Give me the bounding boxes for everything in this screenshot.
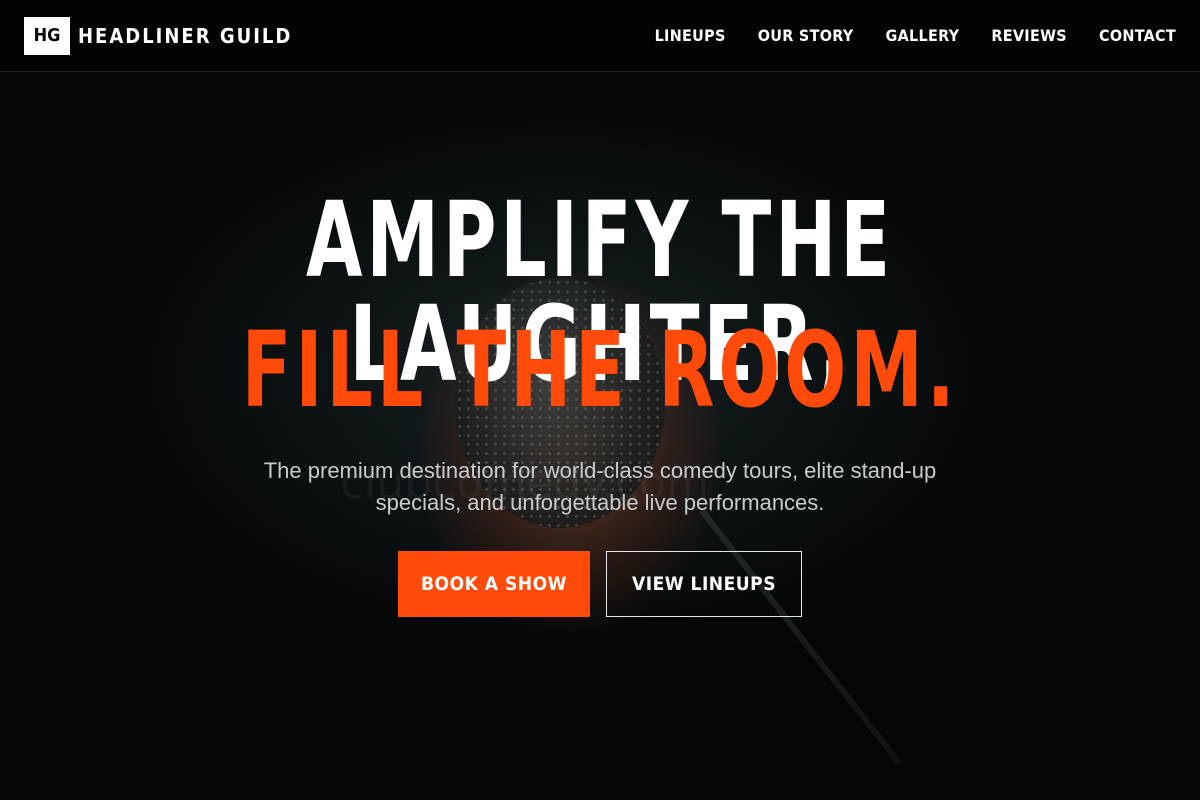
hero-headline-line2: FILL THE ROOM. — [241, 309, 959, 431]
nav-item-gallery[interactable]: GALLERY — [885, 26, 959, 45]
brand[interactable]: HG HEADLINER GUILD — [24, 16, 292, 55]
nav-item-our-story[interactable]: OUR STORY — [758, 26, 854, 45]
logo[interactable]: HG — [24, 16, 70, 55]
nav-item-contact[interactable]: CONTACT — [1099, 26, 1176, 45]
site-header: HG HEADLINER GUILD LINEUPS OUR STORY GAL… — [0, 0, 1200, 72]
book-show-button[interactable]: BOOK A SHOW — [398, 551, 590, 617]
view-lineups-button[interactable]: VIEW LINEUPS — [606, 551, 802, 617]
brand-name[interactable]: HEADLINER GUILD — [78, 24, 292, 48]
main-nav: LINEUPS OUR STORY GALLERY REVIEWS CONTAC… — [623, 26, 1176, 45]
nav-item-lineups[interactable]: LINEUPS — [655, 26, 726, 45]
nav-item-reviews[interactable]: REVIEWS — [991, 26, 1067, 45]
microphone-stand — [700, 509, 902, 766]
hero-subtitle: The premium destination for world-class … — [263, 458, 937, 515]
